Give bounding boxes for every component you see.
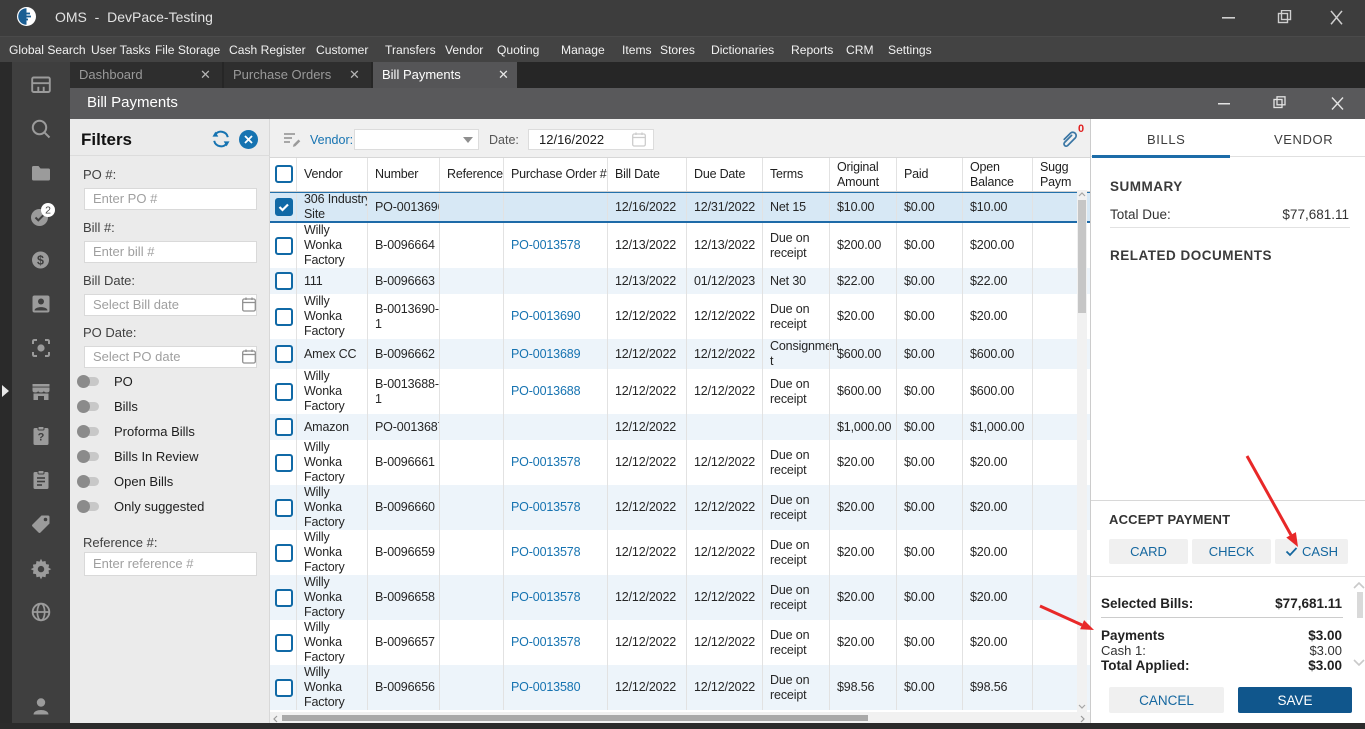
svg-text:?: ?	[38, 432, 45, 444]
svg-text:$: $	[37, 253, 44, 267]
svg-text:2: 2	[45, 205, 51, 217]
